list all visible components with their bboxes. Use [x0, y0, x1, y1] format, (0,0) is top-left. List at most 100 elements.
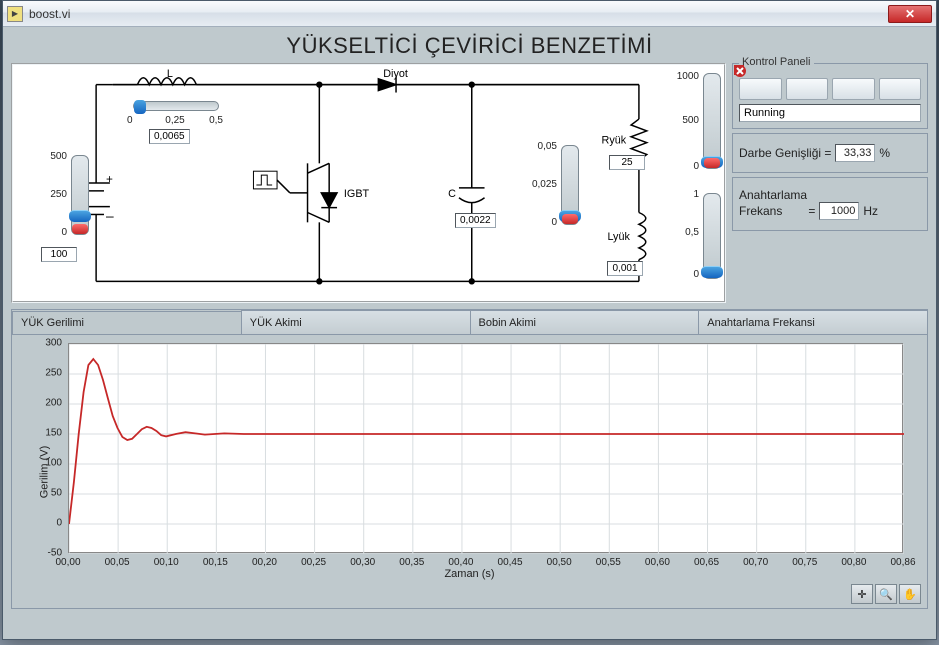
c-tick-1: 0,025	[521, 179, 557, 190]
zoom-tool[interactable]: 🔍	[875, 584, 897, 604]
abort-icon	[733, 64, 747, 78]
label-igbt: IGBT	[344, 188, 370, 200]
tab-yuk-gerilimi[interactable]: YÜK Gerilimi	[12, 311, 242, 335]
label-plus: +	[106, 172, 113, 186]
graph-area[interactable]	[68, 343, 903, 553]
lyuk-tick-0: 1	[673, 189, 699, 200]
close-button[interactable]: ✕	[888, 5, 932, 23]
ryuk-tick-1: 500	[667, 115, 699, 126]
x-tick: 00,20	[252, 557, 277, 568]
label-C: C	[448, 188, 456, 200]
x-tick: 00,70	[743, 557, 768, 568]
tab-yuk-akimi[interactable]: YÜK Akimi	[241, 310, 471, 334]
label-minus: –	[106, 208, 114, 223]
app-icon: ▶	[7, 6, 23, 22]
crosshair-tool[interactable]: ✛	[851, 584, 873, 604]
magnifier-icon: 🔍	[879, 588, 893, 601]
titlebar: ▶ boost.vi ✕	[3, 1, 936, 27]
y-ticks: 300250200150100500-50	[34, 343, 64, 553]
lyuk-slider[interactable]	[703, 193, 721, 279]
control-panel: Kontrol Paneli	[732, 63, 928, 129]
pan-tool[interactable]: ✋	[899, 584, 921, 604]
abort-button[interactable]	[879, 78, 922, 100]
l-tick-1: 0,25	[163, 115, 187, 126]
x-tick: 00,15	[203, 557, 228, 568]
x-tick: 00,10	[154, 557, 179, 568]
content-area: YÜKSELTİCİ ÇEVİRİCİ BENZETİMİ	[3, 27, 936, 639]
c-readout[interactable]: 0,0022	[455, 213, 496, 228]
c-tick-2: 0	[527, 217, 557, 228]
x-tick: 00,25	[301, 557, 326, 568]
y-tick: 250	[45, 368, 62, 379]
duty-cycle-box: Darbe Genişliği = 33,33 %	[732, 133, 928, 173]
label-L: L	[167, 68, 173, 80]
freq-label1: Anahtarlama	[739, 188, 878, 202]
tab-content: Gerilim (V) 300250200150100500-50 00,000…	[12, 334, 927, 608]
x-axis-label: Zaman (s)	[444, 568, 494, 580]
vin-readout[interactable]: 100	[41, 247, 77, 262]
ryuk-readout[interactable]: 25	[609, 155, 645, 170]
x-tick: 00,80	[841, 557, 866, 568]
tab-bobin-akimi[interactable]: Bobin Akimi	[470, 310, 700, 334]
duty-label: Darbe Genişliği =	[739, 146, 831, 160]
x-tick: 00,50	[547, 557, 572, 568]
label-ryuk: Ryük	[602, 135, 627, 147]
run-button[interactable]	[739, 78, 782, 100]
x-tick: 00,86	[890, 557, 915, 568]
ryuk-tick-2: 0	[667, 161, 699, 172]
y-tick: 300	[45, 338, 62, 349]
vin-tick-0: 500	[37, 151, 67, 162]
x-tick: 00,55	[596, 557, 621, 568]
l-readout[interactable]: 0,0065	[149, 129, 190, 144]
status-display: Running	[739, 104, 921, 122]
close-icon: ✕	[905, 7, 915, 21]
duty-unit: %	[879, 146, 890, 160]
label-diyot: Diyot	[383, 68, 408, 80]
x-tick: 00,75	[792, 557, 817, 568]
vin-tick-2: 0	[37, 227, 67, 238]
crosshair-icon: ✛	[857, 588, 866, 601]
graph-tabs: YÜK Gerilimi YÜK Akimi Bobin Akimi Anaht…	[11, 309, 928, 609]
x-tick: 00,40	[448, 557, 473, 568]
y-tick: 50	[51, 488, 62, 499]
freq-field[interactable]: 1000	[819, 202, 859, 220]
freq-box: Anahtarlama Frekans = 1000 Hz	[732, 177, 928, 231]
freq-label2: Frekans	[739, 204, 782, 218]
l-tick-0: 0	[127, 115, 139, 126]
stop-button[interactable]	[832, 78, 875, 100]
x-tick: 00,30	[350, 557, 375, 568]
tab-strip: YÜK Gerilimi YÜK Akimi Bobin Akimi Anaht…	[12, 310, 927, 334]
freq-eq: =	[808, 204, 815, 218]
graph-toolbar: ✛ 🔍 ✋	[851, 584, 921, 604]
hand-icon: ✋	[903, 588, 917, 601]
x-tick: 00,60	[645, 557, 670, 568]
l-tick-2: 0,5	[205, 115, 223, 126]
x-tick: 00,05	[105, 557, 130, 568]
y-tick: 0	[56, 518, 62, 529]
ryuk-slider[interactable]	[703, 73, 721, 169]
control-legend: Kontrol Paneli	[739, 56, 814, 68]
circuit-panel: L Diyot IGBT C Ryük Lyük + – 500 250 0	[11, 63, 726, 303]
vin-slider[interactable]	[71, 155, 89, 235]
c-slider[interactable]	[561, 145, 579, 225]
lyuk-tick-1: 0,5	[667, 227, 699, 238]
upper-row: L Diyot IGBT C Ryük Lyük + – 500 250 0	[11, 63, 928, 303]
pause-button[interactable]	[786, 78, 829, 100]
x-tick: 00,35	[399, 557, 424, 568]
vin-tick-1: 250	[37, 189, 67, 200]
window-title: boost.vi	[29, 7, 888, 21]
x-tick: 00,45	[498, 557, 523, 568]
app-window: ▶ boost.vi ✕ YÜKSELTİCİ ÇEVİRİCİ BENZETİ…	[2, 0, 937, 640]
freq-unit: Hz	[863, 204, 878, 218]
duty-field[interactable]: 33,33	[835, 144, 875, 162]
tab-anahtarlama-frekansi[interactable]: Anahtarlama Frekansi	[698, 310, 928, 334]
label-lyuk: Lyük	[607, 231, 630, 243]
chart-svg	[69, 344, 904, 554]
c-tick-0: 0,05	[527, 141, 557, 152]
y-tick: 150	[45, 428, 62, 439]
lyuk-tick-2: 0	[673, 269, 699, 280]
y-tick: 200	[45, 398, 62, 409]
l-slider[interactable]	[133, 101, 219, 111]
control-column: Kontrol Paneli	[732, 63, 928, 303]
lyuk-readout[interactable]: 0,001	[607, 261, 643, 276]
